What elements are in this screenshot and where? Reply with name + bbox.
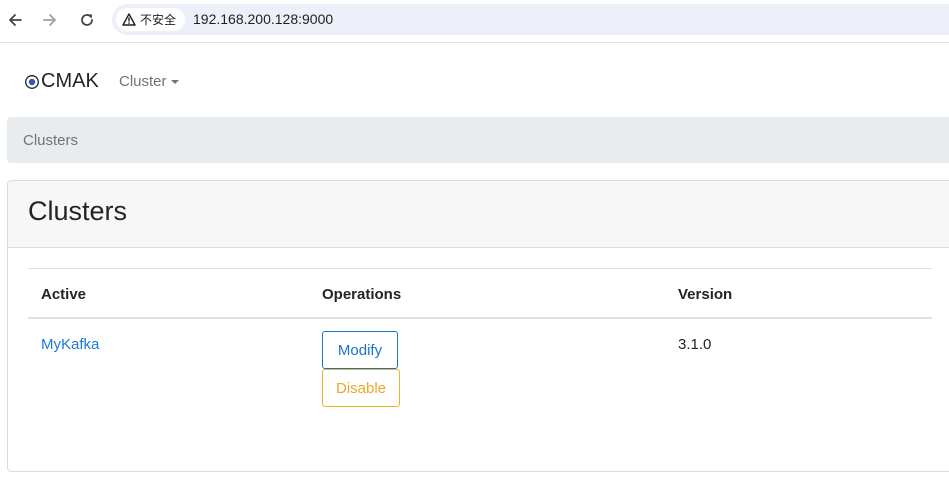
breadcrumb: Clusters [7,117,949,163]
page-title: Clusters [28,196,128,226]
card-header: Clusters [8,181,949,248]
clusters-card: Clusters Active Operations Version MyKaf… [7,180,949,472]
back-arrow-icon [9,14,22,26]
forward-button[interactable] [39,9,61,31]
breadcrumb-current: Clusters [23,132,79,149]
header-version: Version [678,286,733,303]
forward-arrow-icon [43,14,56,26]
cluster-menu-label: Cluster [119,73,167,90]
header-active: Active [41,286,87,303]
table-top-divider [28,268,932,269]
version-value: 3.1.0 [678,336,712,353]
header-operations: Operations [322,286,402,303]
address-bar[interactable]: 不安全 192.168.200.128:9000 [112,4,949,35]
table-header-divider [28,317,932,319]
cluster-link-mykafka[interactable]: MyKafka [41,336,99,353]
brand-name: CMAK [41,70,99,92]
cmak-logo-icon [25,74,39,89]
security-chip[interactable]: 不安全 [116,8,185,31]
reload-button[interactable] [76,9,98,31]
app-navbar: CMAK Cluster [0,44,949,116]
modify-button[interactable]: Modify [322,331,398,369]
brand-logo[interactable]: CMAK [24,70,99,93]
caret-down-icon [170,79,179,84]
cluster-menu-dropdown[interactable]: Cluster [119,73,179,90]
browser-toolbar: 不安全 192.168.200.128:9000 [0,0,949,43]
url-text[interactable]: 192.168.200.128:9000 [193,11,333,27]
warning-icon [122,13,136,26]
back-button[interactable] [4,9,26,31]
disable-button[interactable]: Disable [322,369,400,407]
reload-icon [81,14,93,26]
security-label: 不安全 [140,13,177,27]
